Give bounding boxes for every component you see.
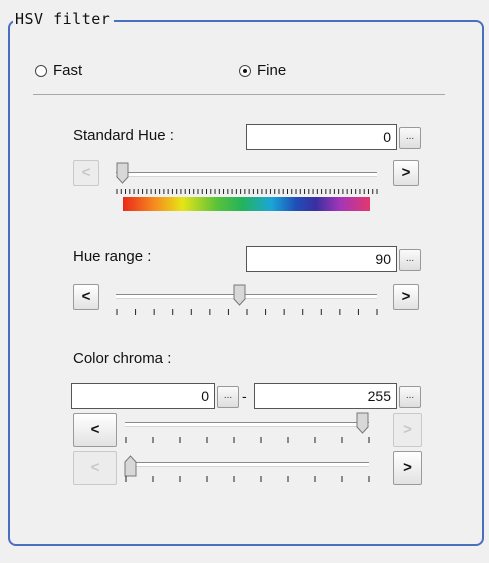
fine-radio[interactable]: Fine [239, 62, 286, 79]
hsv-filter-panel: HSV filter Fast Fine Standard Hue : 0 ..… [0, 0, 489, 563]
chroma-lower-increment-button[interactable]: > [393, 451, 422, 485]
standard-hue-increment-button[interactable]: > [393, 160, 419, 186]
chroma-lower-decrement-button[interactable]: < [73, 451, 117, 485]
hue-range-label: Hue range : [73, 248, 152, 265]
mode-separator [33, 94, 445, 95]
chroma-max-ellipsis-button[interactable]: ... [399, 386, 421, 408]
standard-hue-slider-track[interactable] [116, 172, 377, 177]
fine-radio-circle[interactable] [239, 64, 251, 77]
fine-radio-label: Fine [257, 62, 287, 79]
standard-hue-label: Standard Hue : [73, 127, 174, 144]
chroma-upper-slider-track[interactable] [125, 422, 369, 427]
chroma-upper-ticks [125, 437, 370, 443]
chroma-min-ellipsis-button[interactable]: ... [217, 386, 239, 408]
chroma-upper-decrement-button[interactable]: < [73, 413, 117, 447]
chroma-upper-slider-thumb[interactable] [356, 412, 369, 434]
hue-range-slider-track[interactable] [116, 294, 377, 299]
hue-range-decrement-button[interactable]: < [73, 284, 99, 310]
fast-radio-label: Fast [53, 62, 83, 79]
standard-hue-ticks [116, 189, 378, 194]
color-chroma-label: Color chroma : [73, 350, 172, 367]
fast-radio-circle[interactable] [35, 64, 47, 77]
chroma-lower-slider-thumb[interactable] [124, 455, 137, 477]
standard-hue-slider-thumb[interactable] [116, 162, 129, 184]
standard-hue-decrement-button[interactable]: < [73, 160, 99, 186]
hue-spectrum-bar [123, 197, 370, 211]
hue-range-input[interactable]: 90 [246, 246, 397, 272]
hue-range-slider-thumb[interactable] [233, 284, 246, 306]
chroma-range-separator: - [242, 388, 247, 404]
chroma-min-input[interactable]: 0 [71, 383, 215, 409]
chroma-max-input[interactable]: 255 [254, 383, 397, 409]
group-title: HSV filter [13, 10, 115, 28]
hue-range-increment-button[interactable]: > [393, 284, 419, 310]
standard-hue-input[interactable]: 0 [246, 124, 397, 150]
fast-radio[interactable]: Fast [35, 62, 82, 79]
hue-range-ellipsis-button[interactable]: ... [399, 249, 421, 271]
chroma-upper-increment-button[interactable]: > [393, 413, 422, 447]
hue-range-ticks [116, 309, 378, 315]
standard-hue-ellipsis-button[interactable]: ... [399, 127, 421, 149]
chroma-lower-ticks [125, 476, 370, 482]
chroma-lower-slider-track[interactable] [125, 462, 369, 467]
